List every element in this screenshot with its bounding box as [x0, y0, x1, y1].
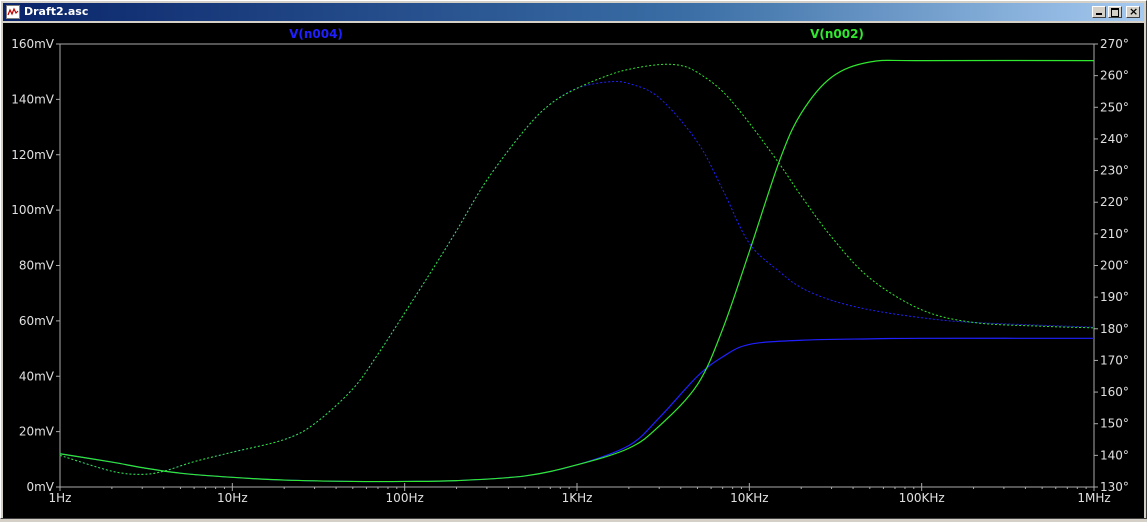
- waveform-window: Draft2.asc × 1Hz 10Hz 100Hz 1KHz 10KHz 100KHz…: [0, 0, 1147, 519]
- x-tick-label: 1KHz: [562, 491, 593, 505]
- series-magnitude-vn002: [59, 59, 1095, 483]
- y-right-tick-label: 200°: [1100, 259, 1129, 273]
- title-bar[interactable]: Draft2.asc ×: [3, 3, 1144, 21]
- y-right-tick-label: 150°: [1100, 417, 1129, 431]
- y-left-tick-label: 60mV: [19, 314, 55, 328]
- series-phase-vn002: [59, 63, 1095, 475]
- y-right-tick-label: 210°: [1100, 227, 1129, 241]
- series-phase-vn004: [59, 80, 1095, 475]
- maximize-icon: [1111, 8, 1119, 17]
- legend-entry: V(n004): [289, 27, 343, 41]
- y-right-tick-label: 180°: [1100, 322, 1129, 336]
- close-icon: ×: [1129, 5, 1139, 18]
- plot-axes: 1Hz 10Hz 100Hz 1KHz 10KHz 100KHz 1MHz0mV20mV40…: [11, 37, 1129, 505]
- y-right-tick-label: 260°: [1100, 69, 1129, 83]
- minimize-icon: [1096, 13, 1102, 15]
- y-left-tick-label: 160mV: [11, 37, 55, 51]
- y-left-tick-label: 140mV: [11, 92, 55, 106]
- y-right-tick-label: 130°: [1100, 480, 1129, 494]
- y-right-tick-label: 170°: [1100, 353, 1129, 367]
- close-button[interactable]: ×: [1126, 5, 1140, 18]
- y-right-tick-label: 240°: [1100, 132, 1129, 146]
- bode-plot[interactable]: 1Hz 10Hz 100Hz 1KHz 10KHz 100KHz 1MHz0mV20mV40…: [3, 23, 1144, 518]
- x-tick-label: 10Hz: [217, 491, 248, 505]
- y-right-tick-label: 190°: [1100, 290, 1129, 304]
- y-left-tick-label: 80mV: [19, 259, 55, 273]
- y-left-tick-label: 100mV: [11, 203, 55, 217]
- plot-series: [59, 59, 1095, 483]
- y-left-tick-label: 120mV: [11, 148, 55, 162]
- y-right-tick-label: 160°: [1100, 385, 1129, 399]
- plot-frame: [59, 43, 1095, 488]
- waveform-app-icon: [6, 5, 20, 19]
- y-right-tick-label: 140°: [1100, 448, 1129, 462]
- x-tick-label: 100Hz: [386, 491, 424, 505]
- y-right-tick-label: 230°: [1100, 164, 1129, 178]
- minimize-button[interactable]: [1092, 6, 1106, 18]
- y-left-tick-label: 0mV: [26, 480, 54, 494]
- y-left-tick-label: 40mV: [19, 369, 55, 383]
- x-tick-label: 10KHz: [730, 491, 768, 505]
- plot-pane[interactable]: 1Hz 10Hz 100Hz 1KHz 10KHz 100KHz 1MHz 0mV 20mV 40…: [3, 23, 1144, 518]
- y-right-tick-label: 220°: [1100, 195, 1129, 209]
- y-right-tick-label: 250°: [1100, 100, 1129, 114]
- y-right-tick-label: 270°: [1100, 37, 1129, 51]
- y-left-tick-label: 20mV: [19, 425, 55, 439]
- legend-entry: V(n002): [810, 27, 864, 41]
- window-title: Draft2.asc: [24, 5, 89, 18]
- x-tick-label: 100KHz: [899, 491, 945, 505]
- plot-legend: V(n004) V(n002): [289, 27, 864, 41]
- maximize-button[interactable]: [1108, 6, 1122, 18]
- series-magnitude-vn004: [59, 337, 1095, 483]
